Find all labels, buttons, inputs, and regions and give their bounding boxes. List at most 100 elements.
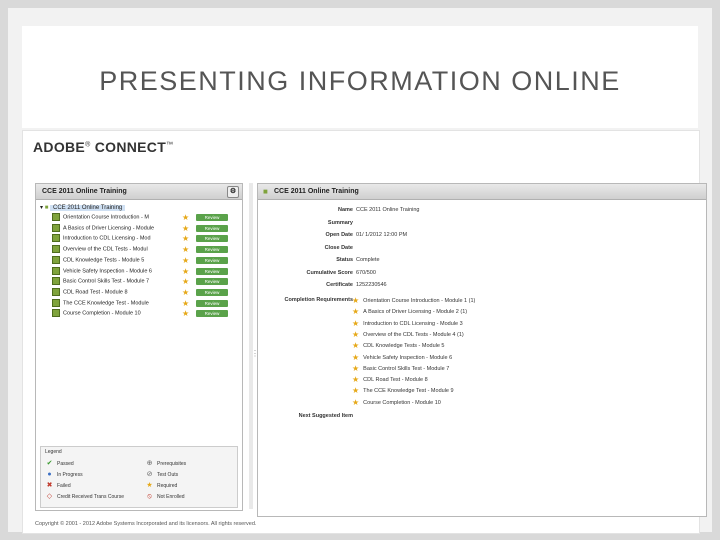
tree-root-label: CCE 2011 Online Training xyxy=(49,205,126,211)
field-label: Status xyxy=(336,257,353,263)
requirement-item[interactable]: ★ Vehicle Safety Inspection - Module 6 xyxy=(352,353,452,362)
legend-item: ◇ Credit Received Trans Course xyxy=(45,493,124,501)
requirement-item[interactable]: ★ Course Completion - Module 10 xyxy=(352,398,441,407)
prerequisites-icon: ⊕ xyxy=(146,460,153,467)
requirement-label: Overview of the CDL Tests - Module 4 (1) xyxy=(363,331,464,338)
requirement-item[interactable]: ★ CDL Road Test - Module 8 xyxy=(352,375,428,384)
requirement-item[interactable]: ★ A Basics of Driver Licensing - Module 2… xyxy=(352,307,467,316)
module-row[interactable]: CDL Knowledge Tests - Module 5 ★ Review xyxy=(52,255,238,265)
required-star-icon: ★ xyxy=(352,341,360,351)
copyright-footer: Copyright © 2001 - 2012 Adobe Systems In… xyxy=(35,521,257,527)
legend-label: Prerequisites xyxy=(157,461,187,467)
requirement-item[interactable]: ★ CDL Knowledge Tests - Module 5 xyxy=(352,341,445,350)
legend-box: Legend ✔ Passed ⊕ Prerequisites ● In Progress… xyxy=(40,446,238,508)
module-row[interactable]: Basic Control Skills Test - Module 7 ★ Rev… xyxy=(52,277,238,286)
module-label: CDL Knowledge Tests - Module 5 xyxy=(63,257,145,264)
required-star-icon: ★ xyxy=(352,352,360,362)
module-icon xyxy=(52,266,60,275)
module-icon xyxy=(52,309,60,318)
field-value: CCE 2011 Online Training xyxy=(356,207,420,213)
review-button[interactable]: Review xyxy=(196,278,228,286)
field-label: Close Date xyxy=(324,244,353,251)
requirement-item[interactable]: ★ Introduction to CDL Licensing - Module … xyxy=(352,319,463,328)
required-star-icon: ★ xyxy=(352,363,360,373)
module-row[interactable]: The CCE Knowledge Test - Module ★ Review xyxy=(52,298,238,308)
module-row[interactable]: Overview of the CDL Tests - Modul ★ Review xyxy=(52,245,238,254)
review-button[interactable]: Review xyxy=(196,256,228,264)
review-button[interactable]: Review xyxy=(196,299,228,307)
requirement-label: CDL Road Test - Module 8 xyxy=(363,377,428,384)
requirement-item[interactable]: ★ Basic Control Skills Test - Module 7 xyxy=(352,364,449,373)
right-panel-header: ■ CCE 2011 Online Training xyxy=(258,184,706,200)
required-star-icon: ★ xyxy=(352,318,360,328)
required-star-icon: ★ xyxy=(352,307,360,317)
module-icon xyxy=(52,287,60,296)
requirement-item[interactable]: ★ The CCE Knowledge Test - Module 9 xyxy=(352,386,454,395)
module-icon xyxy=(52,213,60,221)
module-label: A Basics of Driver Licensing - Module xyxy=(63,225,155,232)
folder-icon: ■ xyxy=(44,205,49,211)
review-button[interactable]: Review xyxy=(196,224,228,232)
required-star-icon: ★ xyxy=(182,255,190,265)
module-row[interactable]: Course Completion - Module 10 ★ Review xyxy=(52,309,238,318)
module-row[interactable]: Introduction to CDL Licensing - Mod ★ Revi… xyxy=(52,234,238,243)
module-label: Overview of the CDL Tests - Modul xyxy=(63,246,148,253)
legend-label: Failed xyxy=(57,483,71,489)
required-star-icon: ★ xyxy=(182,277,190,287)
brand-product: CONNECT xyxy=(90,139,167,155)
legend-label: Credit Received Trans Course xyxy=(57,494,124,500)
field-label: Summary xyxy=(327,219,353,226)
review-button[interactable]: Review xyxy=(196,288,228,296)
module-row[interactable]: CDL Road Test - Module 8 ★ Review xyxy=(52,287,238,297)
required-star-icon: ★ xyxy=(352,296,360,305)
module-label: Vehicle Safety Inspection - Module 6 xyxy=(63,267,152,274)
legend-item: ⦸ Not Enrolled xyxy=(145,493,185,501)
requirement-label: Orientation Course Introduction - Module… xyxy=(363,297,476,304)
details-panel: ■ CCE 2011 Online Training Name CCE 2011 … xyxy=(257,183,707,517)
required-star-icon: ★ xyxy=(352,329,360,339)
required-star-icon: ★ xyxy=(352,397,360,407)
required-star-icon: ★ xyxy=(146,482,153,489)
left-panel-title: CCE 2011 Online Training xyxy=(42,188,127,195)
review-button[interactable]: Review xyxy=(196,267,228,275)
folder-icon: ■ xyxy=(263,187,268,196)
required-star-icon: ★ xyxy=(182,309,190,319)
field-value: 1252230546 xyxy=(356,282,387,288)
brand-name: ADOBE xyxy=(33,139,86,155)
required-star-icon: ★ xyxy=(352,375,360,385)
module-label: Course Completion - Module 10 xyxy=(63,310,141,317)
legend-label: Not Enrolled xyxy=(157,494,185,500)
legend-label: Test Outs xyxy=(157,472,179,478)
module-row[interactable]: A Basics of Driver Licensing - Module ★ Re… xyxy=(52,223,238,233)
field-label: Open Date xyxy=(325,232,353,238)
panel-splitter[interactable] xyxy=(249,183,253,509)
review-button[interactable]: Review xyxy=(196,246,228,254)
module-label: The CCE Knowledge Test - Module xyxy=(63,300,149,307)
module-icon xyxy=(52,245,60,254)
requirement-label: A Basics of Driver Licensing - Module 2 … xyxy=(363,309,468,316)
in-progress-icon: ● xyxy=(47,471,52,478)
module-row[interactable]: Vehicle Safety Inspection - Module 6 ★ Rev… xyxy=(52,266,238,276)
review-button[interactable]: Review xyxy=(196,235,228,243)
module-icon xyxy=(52,277,60,286)
gear-icon[interactable]: ⚙ xyxy=(227,186,239,198)
legend-title: Legend xyxy=(45,449,62,455)
credit-icon: ◇ xyxy=(46,493,53,500)
requirement-item[interactable]: ★ Overview of the CDL Tests - Module 4 (1… xyxy=(352,330,464,339)
required-star-icon: ★ xyxy=(182,245,190,255)
required-star-icon: ★ xyxy=(182,298,190,308)
check-icon: ✔ xyxy=(46,460,53,467)
requirement-item[interactable]: ★ Orientation Course Introduction - Modul… xyxy=(352,296,475,305)
review-button[interactable]: Review xyxy=(196,310,228,318)
module-row[interactable]: Orientation Course Introduction - M ★ Revi… xyxy=(52,213,238,222)
legend-label: In Progress xyxy=(57,472,83,478)
required-star-icon: ★ xyxy=(182,266,190,276)
legend-item: ● In Progress xyxy=(45,471,83,479)
tree-root[interactable]: ▾ ■ CCE 2011 Online Training xyxy=(40,204,126,213)
review-button[interactable]: Review xyxy=(196,214,228,221)
module-label: Basic Control Skills Test - Module 7 xyxy=(63,278,150,285)
legend-label: Required xyxy=(157,483,178,489)
curriculum-tree-panel: CCE 2011 Online Training ⚙ ▾ ■ CCE 2011 … xyxy=(35,183,243,511)
required-star-icon: ★ xyxy=(182,234,190,244)
required-star-icon: ★ xyxy=(182,223,190,233)
